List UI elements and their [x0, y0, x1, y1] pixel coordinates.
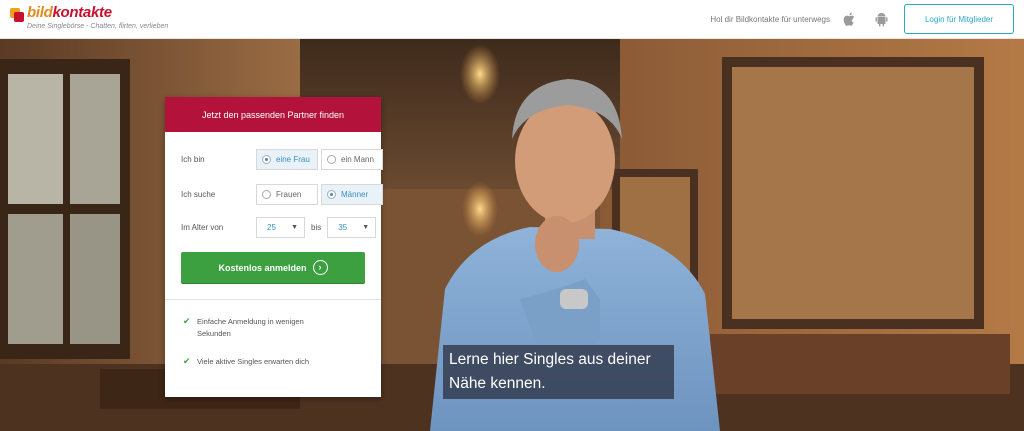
seeking-option-women[interactable]: Frauen	[256, 184, 318, 205]
seeking-label: Ich suche	[181, 190, 216, 199]
checkmark-icon: ✔	[183, 356, 191, 366]
radio-icon	[262, 190, 271, 199]
age-to-select[interactable]: 35 ▼	[327, 217, 377, 238]
i-am-toggle: eine Frau ein Mann	[256, 149, 383, 170]
radio-icon	[327, 155, 336, 164]
hero-section: Jetzt den passenden Partner finden Ich b…	[0, 39, 1024, 431]
age-row: Im Alter von 25 ▼ bis 35 ▼	[181, 217, 377, 238]
i-am-label: Ich bin	[181, 155, 205, 164]
radio-icon	[262, 155, 271, 164]
radio-icon	[327, 190, 336, 199]
app-download-text: Hol dir Bildkontakte für unterwegs	[710, 14, 830, 24]
logo-mark-icon	[10, 8, 24, 22]
age-from-select[interactable]: 25 ▼	[256, 217, 305, 238]
checkmark-icon: ✔	[183, 316, 191, 326]
apple-icon[interactable]	[840, 10, 858, 28]
seeking-row: Ich suche Frauen Männer	[181, 184, 383, 205]
seeking-option-men[interactable]: Männer	[321, 184, 383, 205]
caret-down-icon: ▼	[291, 224, 298, 231]
form-divider	[165, 299, 381, 300]
form-title: Jetzt den passenden Partner finden	[165, 97, 381, 132]
logo-wordmark: bildkontakte	[27, 4, 112, 21]
logo[interactable]: bildkontakte Deine Singlebörse - Chatten…	[10, 5, 168, 31]
chevron-right-icon: ›	[312, 260, 328, 275]
logo-tagline: Deine Singlebörse - Chatten, flirten, ve…	[27, 23, 169, 30]
i-am-option-man[interactable]: ein Mann	[321, 149, 383, 170]
seeking-toggle: Frauen Männer	[256, 184, 383, 205]
age-label: Im Alter von	[181, 223, 224, 232]
caret-down-icon: ▼	[362, 224, 370, 231]
login-button[interactable]: Login für Mitglieder	[904, 4, 1014, 34]
age-to-label: bis	[311, 223, 322, 232]
android-icon[interactable]	[872, 10, 890, 28]
hero-caption: Lerne hier Singles aus deiner Nähe kenne…	[443, 345, 674, 399]
i-am-row: Ich bin eine Frau ein Mann	[181, 149, 383, 170]
top-header: bildkontakte Deine Singlebörse - Chatten…	[0, 0, 1024, 39]
i-am-option-woman[interactable]: eine Frau	[256, 149, 318, 170]
register-free-button[interactable]: Kostenlos anmelden ›	[181, 252, 365, 283]
feature-item: ✔ Einfache Anmeldung in wenigen Sekunden	[183, 316, 304, 338]
signup-form-card: Jetzt den passenden Partner finden Ich b…	[165, 97, 383, 397]
feature-item: ✔ Viele aktive Singles erwarten dich	[183, 356, 310, 366]
